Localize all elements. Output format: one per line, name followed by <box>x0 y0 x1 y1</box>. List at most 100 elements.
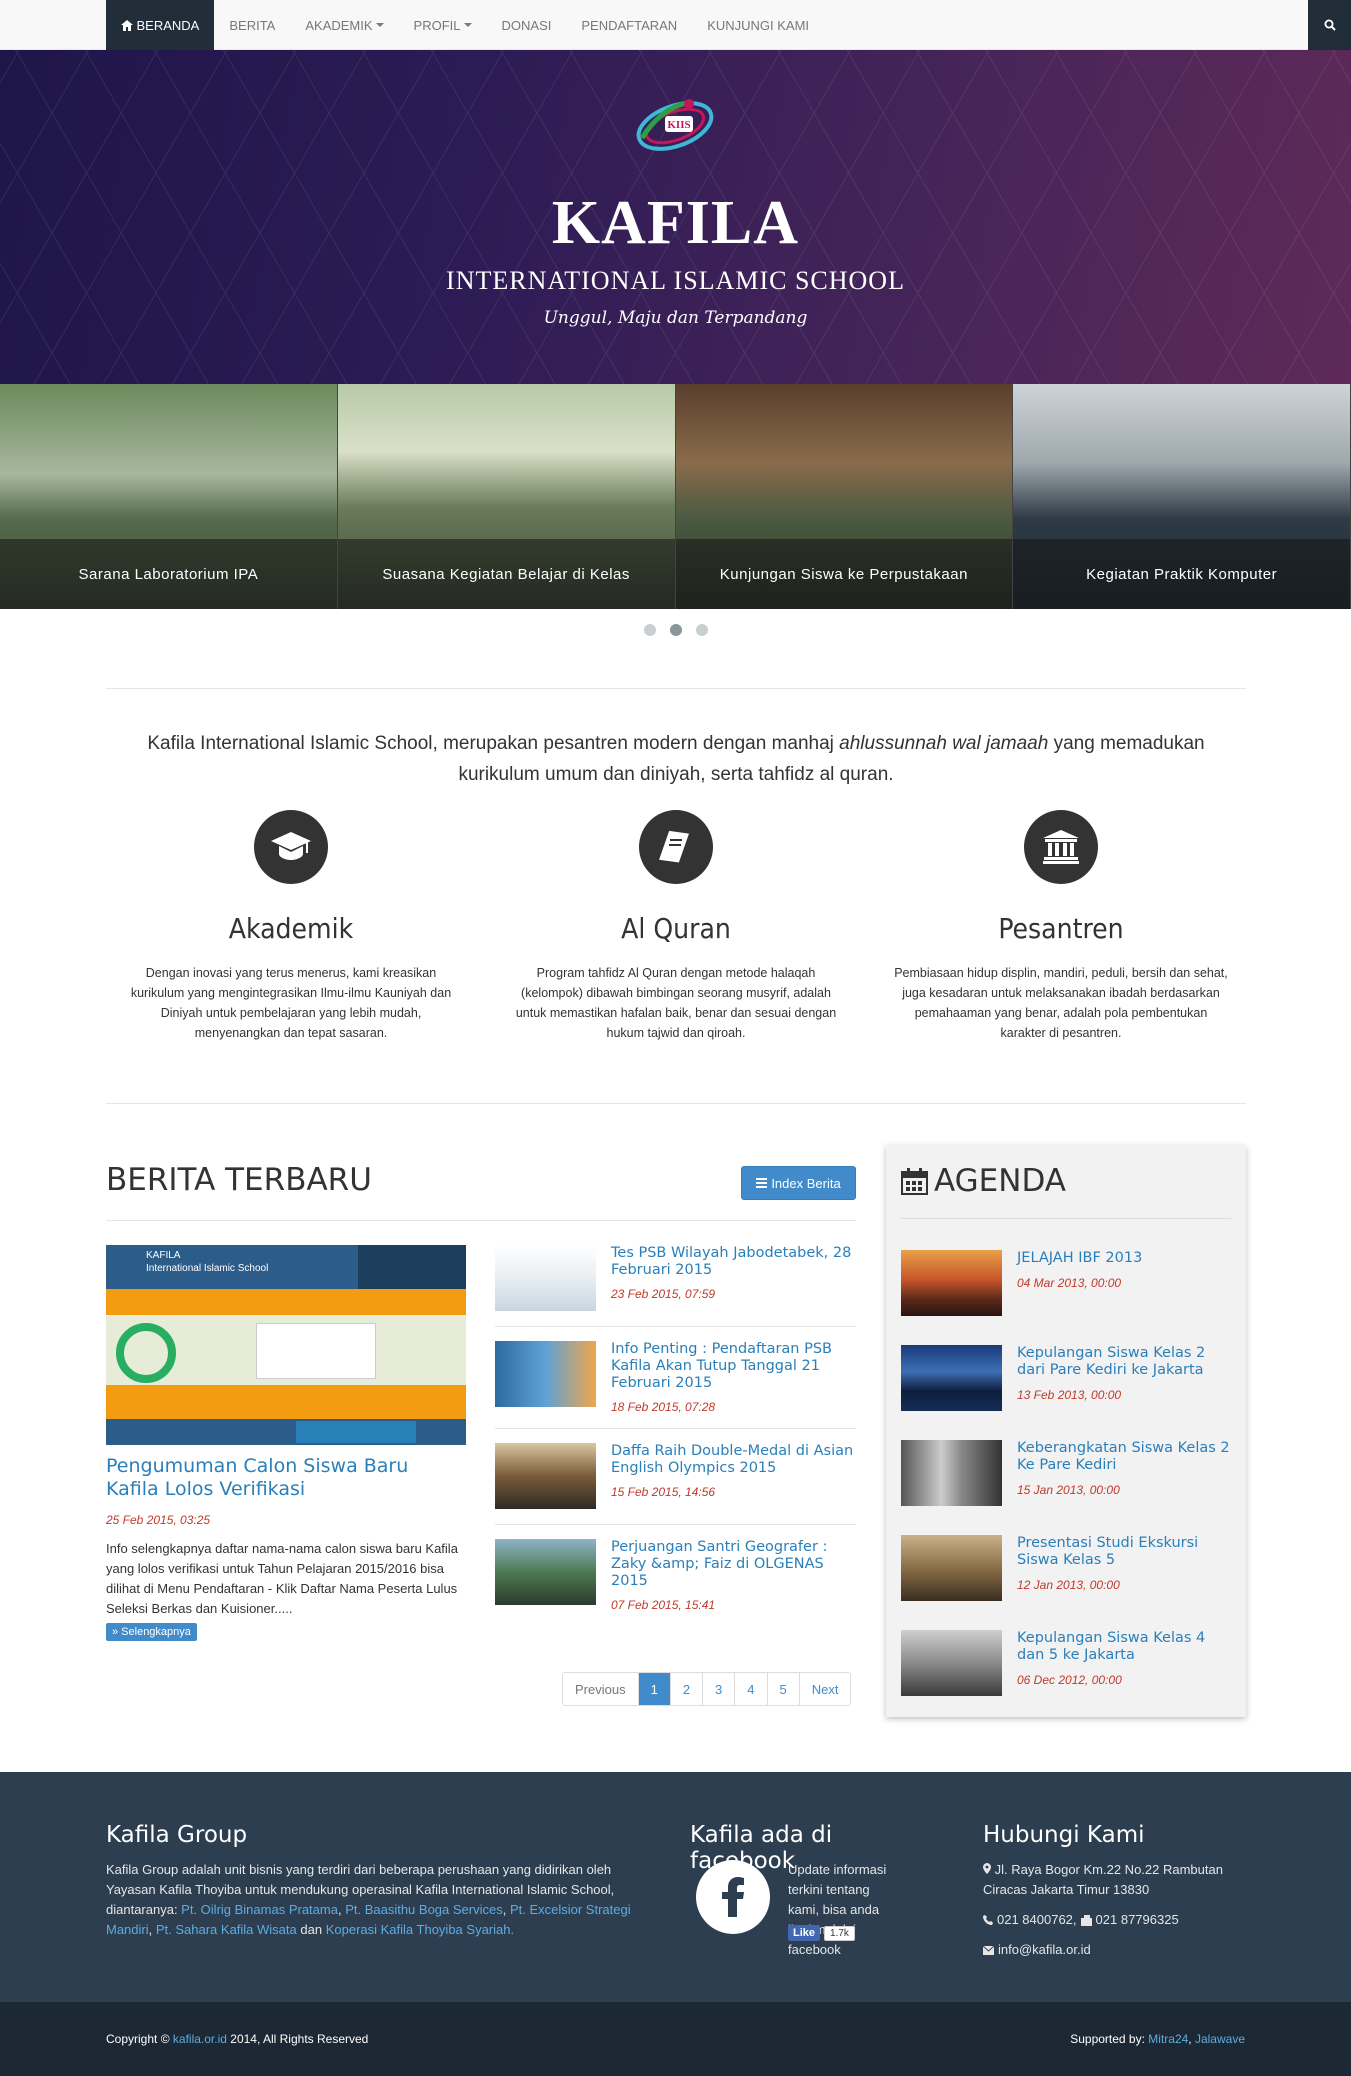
feature-al-quran: Al Quran Program tahfidz Al Quran dengan … <box>506 810 846 1043</box>
slider-dot[interactable] <box>669 624 682 636</box>
nav-item-donasi[interactable]: DONASI <box>487 0 567 50</box>
agenda-list: JELAJAH IBF 2013 04 Mar 2013, 00:00 Kepula… <box>901 1250 1231 1725</box>
hero-subtitle: INTERNATIONAL ISLAMIC SCHOOL <box>446 266 905 295</box>
fb-like-widget[interactable]: Like 1.7k <box>788 1925 855 1941</box>
slide-caption: Kunjungan Siswa ke Perpustakaan <box>675 539 1013 609</box>
institution-icon <box>1024 810 1098 884</box>
footer-email: info@kafila.or.id <box>983 1940 1243 1960</box>
agenda-thumbnail[interactable] <box>901 1630 1002 1696</box>
copyright-pre: Copyright © <box>106 2032 170 2046</box>
supported-label: Supported by: <box>1070 2032 1145 2046</box>
news-item-body: Daffa Raih Double-Medal di Asian English… <box>611 1443 856 1510</box>
agenda-item-title[interactable]: JELAJAH IBF 2013 <box>1017 1250 1142 1267</box>
fax-icon <box>1080 1914 1092 1926</box>
footer-email-text[interactable]: info@kafila.or.id <box>998 1940 1091 1960</box>
news-list-item: Info Penting : Pendaftaran PSB Kafila Ak… <box>495 1341 856 1429</box>
news-item-title[interactable]: Perjuangan Santri Geografer : Zaky &amp;… <box>611 1539 856 1590</box>
agenda-panel: AGENDA JELAJAH IBF 2013 04 Mar 2013, 00:0… <box>886 1145 1246 1717</box>
facebook-icon[interactable] <box>696 1860 770 1934</box>
copyright-link[interactable]: kafila.or.id <box>173 2032 227 2046</box>
agenda-item-date: 06 Dec 2012, 00:00 <box>1017 1673 1122 1687</box>
footer-contact-column: Hubungi Kami Jl. Raya Bogor Km.22 No.22 … <box>983 1772 1243 1960</box>
svg-text:KIIS: KIIS <box>667 119 690 131</box>
photo-slider[interactable]: Sarana Laboratorium IPA Suasana Kegiatan … <box>0 384 1351 609</box>
news-thumbnail[interactable] <box>495 1443 596 1509</box>
copyright-post: 2014, All Rights Reserved <box>230 2032 369 2046</box>
feature-title: Akademik <box>228 912 354 945</box>
agenda-item-body: Kepulangan Siswa Kelas 4 dan 5 ke Jakart… <box>1017 1630 1231 1725</box>
news-item-title[interactable]: Daffa Raih Double-Medal di Asian English… <box>611 1443 856 1477</box>
agenda-thumbnail[interactable] <box>901 1345 1002 1411</box>
slider-dot[interactable] <box>643 624 656 636</box>
search-button[interactable] <box>1308 0 1351 50</box>
news-thumbnail[interactable] <box>495 1341 596 1407</box>
footer-address-text: Jl. Raya Bogor Km.22 No.22 Rambutan Cira… <box>983 1862 1223 1897</box>
footer-link-sahara[interactable]: Pt. Sahara Kafila Wisata <box>156 1922 297 1937</box>
featured-img-heading: KAFILA <box>146 1250 181 1261</box>
news-thumbnail[interactable] <box>495 1245 596 1311</box>
slide-image[interactable]: Kegiatan Praktik Komputer <box>1013 384 1351 609</box>
fb-like-button[interactable]: Like <box>788 1925 821 1941</box>
footer-link-oilrig[interactable]: Pt. Oilrig Binamas Pratama <box>181 1902 338 1917</box>
pagination-4[interactable]: 4 <box>735 1673 768 1705</box>
agenda-item-title[interactable]: Kepulangan Siswa Kelas 4 dan 5 ke Jakart… <box>1017 1630 1231 1664</box>
nav-item-label: PROFIL <box>413 17 461 33</box>
featured-news-image[interactable]: KAFILA International Islamic School <box>106 1245 466 1445</box>
index-news-button[interactable]: Index Berita <box>741 1166 856 1200</box>
footer-link-baasithu[interactable]: Pt. Baasithu Boga Services <box>345 1902 503 1917</box>
kiis-logo[interactable]: KIIS <box>632 86 718 166</box>
supported-link-mitra24[interactable]: Mitra24 <box>1148 2032 1188 2046</box>
nav-item-label: BERANDA <box>136 17 200 33</box>
index-news-label: Index Berita <box>771 1175 841 1191</box>
nav-item-label: AKADEMIK <box>305 17 373 33</box>
slide-image[interactable]: Suasana Kegiatan Belajar di Kelas <box>337 384 676 609</box>
phone-icon <box>983 1915 993 1925</box>
news-item-title[interactable]: Info Penting : Pendaftaran PSB Kafila Ak… <box>611 1341 856 1392</box>
agenda-item-date: 13 Feb 2013, 00:00 <box>1017 1388 1122 1402</box>
agenda-thumbnail[interactable] <box>901 1250 1002 1316</box>
nav-item-label: PENDAFTARAN <box>581 17 678 33</box>
agenda-item-title[interactable]: Keberangkatan Siswa Kelas 2 Ke Pare Kedi… <box>1017 1440 1231 1474</box>
featured-img-sub: International Islamic School <box>146 1263 269 1274</box>
map-marker-icon <box>983 1863 991 1874</box>
chevron-down-icon <box>463 23 472 27</box>
slide-image[interactable]: Sarana Laboratorium IPA <box>0 384 338 609</box>
supported-link-jalawave[interactable]: Jalawave <box>1195 2032 1245 2046</box>
news-list-item: Tes PSB Wilayah Jabodetabek, 28 Februari… <box>495 1245 856 1327</box>
copyright-text: Copyright © kafila.or.id 2014, All Right… <box>106 2032 368 2046</box>
pagination-5[interactable]: 5 <box>767 1673 800 1705</box>
hero-banner: KIIS KAFILA INTERNATIONAL ISLAMIC SCHOOL… <box>0 50 1351 384</box>
slider-dot[interactable] <box>695 624 708 636</box>
nav-item-beranda[interactable]: BERANDA <box>105 0 215 50</box>
news-item-date: 18 Feb 2015, 07:28 <box>611 1400 716 1414</box>
pagination-previous[interactable]: Previous <box>563 1673 639 1705</box>
nav-item-berita[interactable]: BERITA <box>214 0 290 50</box>
pagination-2[interactable]: 2 <box>670 1673 704 1705</box>
pagination-next[interactable]: Next <box>799 1673 851 1705</box>
agenda-item-date: 12 Jan 2013, 00:00 <box>1017 1578 1120 1592</box>
nav-item-pendaftaran[interactable]: PENDAFTARAN <box>566 0 692 50</box>
features-row: Akademik Dengan inovasi yang terus meneru… <box>106 810 1246 1043</box>
divider <box>901 1218 1231 1219</box>
agenda-item-title[interactable]: Kepulangan Siswa Kelas 2 dari Pare Kedir… <box>1017 1345 1231 1379</box>
book-icon <box>639 810 713 884</box>
featured-news-title[interactable]: Pengumuman Calon Siswa Baru Kafila Lolos… <box>106 1455 466 1501</box>
slide-image[interactable]: Kunjungan Siswa ke Perpustakaan <box>675 384 1014 609</box>
nav-item-akademik[interactable]: AKADEMIK <box>290 0 398 50</box>
nav-item-profil[interactable]: PROFIL <box>399 0 487 50</box>
agenda-thumbnail[interactable] <box>901 1535 1002 1601</box>
agenda-thumbnail[interactable] <box>901 1440 1002 1506</box>
pagination-1[interactable]: 1 <box>638 1673 671 1705</box>
news-item-title[interactable]: Tes PSB Wilayah Jabodetabek, 28 Februari… <box>611 1245 856 1279</box>
news-thumbnail[interactable] <box>495 1539 596 1605</box>
slider-dots <box>0 624 1351 636</box>
footer-link-koperasi[interactable]: Koperasi Kafila Thoyiba Syariah. <box>326 1922 514 1937</box>
copyright-bar: Copyright © kafila.or.id 2014, All Right… <box>0 2002 1351 2076</box>
nav-item-kunjungi-kami[interactable]: KUNJUNGI KAMI <box>692 0 824 50</box>
pagination: Previous 1 2 3 4 5 Next <box>562 1672 852 1706</box>
hero-title: KAFILA <box>551 189 800 257</box>
footer-phone: 021 8400762, 021 87796325 <box>983 1910 1243 1930</box>
pagination-3[interactable]: 3 <box>703 1673 736 1705</box>
read-more-button[interactable]: » Selengkapnya <box>106 1623 197 1641</box>
agenda-item-title[interactable]: Presentasi Studi Ekskursi Siswa Kelas 5 <box>1017 1535 1231 1569</box>
